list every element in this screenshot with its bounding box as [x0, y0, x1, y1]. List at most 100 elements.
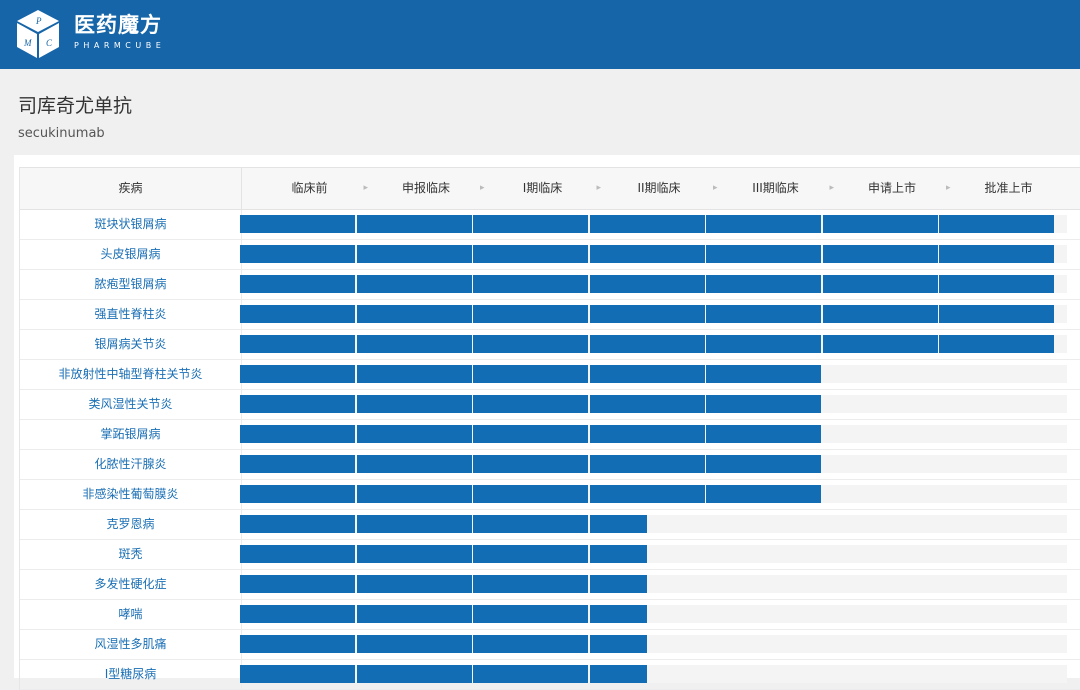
table-row: 脓疱型银屑病: [20, 270, 1080, 300]
table-row: I型糖尿病: [20, 660, 1080, 690]
progress-track: [240, 395, 1067, 413]
svg-text:C: C: [46, 38, 53, 48]
progress-track: [240, 635, 1067, 653]
progress-segment: [473, 335, 588, 353]
progress-segment: [240, 425, 355, 443]
progress-track: [240, 665, 1067, 683]
pharmcube-logo-icon[interactable]: P M C: [14, 8, 62, 60]
progress-segment: [356, 455, 472, 473]
progress-segment: [356, 275, 472, 293]
disease-link[interactable]: I型糖尿病: [20, 660, 242, 689]
chevron-right-icon: ▸: [829, 183, 835, 193]
phase-header-5: III期临床: [752, 181, 799, 195]
progress-segment: [706, 215, 821, 233]
progress-segment: [589, 245, 705, 263]
progress-segment: [706, 455, 821, 473]
progress-segment: [706, 395, 821, 413]
chevron-right-icon: ▸: [946, 183, 951, 193]
progress-segment: [589, 365, 705, 383]
disease-link[interactable]: 克罗恩病: [20, 510, 242, 539]
table-row: 多发性硬化症: [20, 570, 1080, 600]
drug-header: 司库奇尤单抗 secukinumab: [0, 69, 1080, 155]
progress-segment: [822, 215, 938, 233]
progress-segment: [240, 335, 355, 353]
progress-segment: [589, 545, 647, 563]
progress-segment: [589, 335, 705, 353]
progress-segment: [939, 215, 1054, 233]
progress-track: [240, 275, 1067, 293]
progress-segment: [589, 605, 647, 623]
progress-segment: [473, 305, 588, 323]
progress-segment: [356, 305, 472, 323]
chevron-right-icon: ▸: [713, 183, 718, 193]
table-row: 哮喘: [20, 600, 1080, 630]
progress-segment: [589, 305, 705, 323]
progress-track: [240, 425, 1067, 443]
progress-segment: [589, 425, 705, 443]
table-row: 非感染性葡萄膜炎: [20, 480, 1080, 510]
disease-link[interactable]: 斑秃: [20, 540, 242, 569]
pipeline-table: 疾病 临床前 ▸ 申报临床 ▸ I期临床 ▸ II期临床 ▸ III期临床 ▸ 申请上市 ▸ 批准上市 …: [19, 167, 1080, 690]
table-row: 化脓性汗腺炎: [20, 450, 1080, 480]
progress-segment: [589, 575, 647, 593]
progress-segment: [822, 245, 938, 263]
progress-segment: [473, 575, 588, 593]
disease-link[interactable]: 风湿性多肌痛: [20, 630, 242, 659]
disease-link[interactable]: 哮喘: [20, 600, 242, 629]
progress-segment: [939, 335, 1054, 353]
progress-segment: [706, 245, 821, 263]
table-header: 疾病 临床前 ▸ 申报临床 ▸ I期临床 ▸ II期临床 ▸ III期临床 ▸ 申请上市 ▸ 批准上市: [20, 167, 1080, 210]
phase-header-7: 批准上市: [984, 181, 1033, 195]
progress-track: [240, 605, 1067, 623]
progress-segment: [822, 335, 938, 353]
progress-segment: [240, 575, 355, 593]
progress-segment: [473, 365, 588, 383]
table-row: 银屑病关节炎: [20, 330, 1080, 360]
progress-segment: [356, 605, 472, 623]
progress-segment: [939, 275, 1054, 293]
progress-segment: [473, 215, 588, 233]
progress-segment: [589, 275, 705, 293]
progress-segment: [473, 545, 588, 563]
disease-link[interactable]: 头皮银屑病: [20, 240, 242, 269]
progress-segment: [356, 425, 472, 443]
progress-segment: [473, 605, 588, 623]
disease-link[interactable]: 强直性脊柱炎: [20, 300, 242, 329]
progress-segment: [473, 455, 588, 473]
progress-segment: [473, 245, 588, 263]
progress-segment: [240, 365, 355, 383]
progress-track: [240, 485, 1067, 503]
disease-link[interactable]: 非感染性葡萄膜炎: [20, 480, 242, 509]
table-row: 强直性脊柱炎: [20, 300, 1080, 330]
disease-link[interactable]: 银屑病关节炎: [20, 330, 242, 359]
disease-link[interactable]: 类风湿性关节炎: [20, 390, 242, 419]
progress-segment: [356, 545, 472, 563]
progress-segment: [240, 455, 355, 473]
progress-segment: [473, 635, 588, 653]
brand-name[interactable]: 医药魔方 PHARMCUBE: [74, 12, 165, 52]
progress-segment: [822, 275, 938, 293]
progress-segment: [240, 635, 355, 653]
disease-link[interactable]: 多发性硬化症: [20, 570, 242, 599]
disease-link[interactable]: 脓疱型银屑病: [20, 270, 242, 299]
progress-segment: [356, 485, 472, 503]
disease-link[interactable]: 掌跖银屑病: [20, 420, 242, 449]
progress-segment: [240, 215, 355, 233]
progress-segment: [356, 365, 472, 383]
progress-segment: [589, 455, 705, 473]
progress-segment: [240, 275, 355, 293]
table-row: 非放射性中轴型脊柱关节炎: [20, 360, 1080, 390]
disease-link[interactable]: 斑块状银屑病: [20, 210, 242, 239]
progress-segment: [473, 665, 588, 683]
progress-segment: [939, 305, 1054, 323]
progress-track: [240, 335, 1067, 353]
disease-link[interactable]: 化脓性汗腺炎: [20, 450, 242, 479]
drug-name-en: secukinumab: [18, 126, 105, 141]
table-body: 斑块状银屑病 头皮银屑病 脓疱型银屑病 强直性脊柱炎 银屑病关节炎 非放射性中轴型脊柱关节…: [20, 210, 1080, 690]
chevron-right-icon: ▸: [596, 183, 602, 193]
disease-link[interactable]: 非放射性中轴型脊柱关节炎: [20, 360, 242, 389]
progress-track: [240, 215, 1067, 233]
brand-name-cn: 医药魔方: [74, 13, 162, 37]
table-row: 克罗恩病: [20, 510, 1080, 540]
progress-segment: [589, 485, 705, 503]
